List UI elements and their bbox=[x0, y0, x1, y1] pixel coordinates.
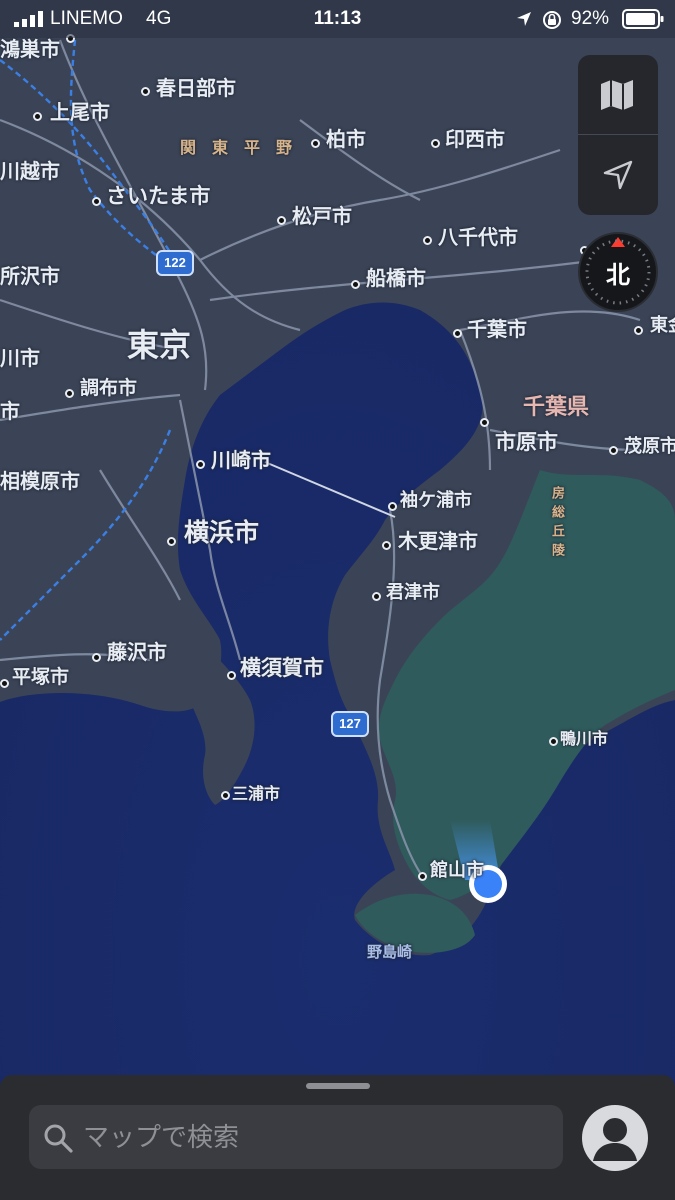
map-label-kimitsu[interactable]: 君津市 bbox=[386, 578, 440, 604]
map-label-tateyama[interactable]: 館山市 bbox=[430, 856, 484, 882]
map-label-ome-fragment[interactable]: 川市 bbox=[0, 342, 40, 371]
map-label-ageo[interactable]: 上尾市 bbox=[50, 96, 110, 125]
city-dot bbox=[33, 112, 42, 121]
city-dot bbox=[609, 446, 618, 455]
route-shield-127: 127 bbox=[331, 711, 369, 737]
city-dot bbox=[92, 197, 101, 206]
map-label-yachiyo[interactable]: 八千代市 bbox=[438, 221, 518, 250]
city-dot bbox=[311, 139, 320, 148]
battery-icon bbox=[622, 9, 664, 29]
city-dot bbox=[221, 791, 230, 800]
map-label-sodegaura[interactable]: 袖ケ浦市 bbox=[400, 486, 472, 512]
map-label-kisarazu[interactable]: 木更津市 bbox=[398, 525, 478, 554]
map-label-kawagoe[interactable]: 川越市 bbox=[0, 155, 60, 184]
map-label-mobara[interactable]: 茂原市 bbox=[624, 432, 675, 458]
map-label-kamogawa[interactable]: 鴨川市 bbox=[560, 725, 608, 749]
map-label-kashiwa[interactable]: 柏市 bbox=[326, 123, 366, 152]
map-label-chiba-pref: 千葉県 bbox=[523, 395, 590, 420]
city-dot bbox=[418, 872, 427, 881]
orientation-lock-icon bbox=[543, 11, 561, 29]
city-dot bbox=[351, 280, 360, 289]
city-dot bbox=[423, 236, 432, 245]
city-dot bbox=[277, 216, 286, 225]
current-location-button[interactable] bbox=[578, 135, 658, 215]
map-label-kasukabe[interactable]: 春日部市 bbox=[156, 72, 236, 101]
map-label-fuchu-fragment[interactable]: 市 bbox=[0, 395, 20, 424]
city-dot bbox=[431, 139, 440, 148]
map-label-yokohama[interactable]: 横浜市 bbox=[184, 513, 259, 549]
city-dot bbox=[372, 592, 381, 601]
search-icon bbox=[44, 1124, 73, 1153]
map-label-sagamihara[interactable]: 相模原市 bbox=[0, 465, 80, 494]
map-label-tokyo[interactable]: 東京 bbox=[127, 320, 191, 366]
city-dot bbox=[0, 679, 9, 688]
map-canvas[interactable] bbox=[0, 0, 675, 1200]
city-dot bbox=[167, 537, 176, 546]
city-dot bbox=[634, 326, 643, 335]
map-icon bbox=[601, 80, 633, 110]
map-label-hiratsuka[interactable]: 平塚市 bbox=[12, 662, 69, 689]
city-dot bbox=[382, 541, 391, 550]
city-dot bbox=[549, 737, 558, 746]
search-input[interactable] bbox=[81, 1105, 555, 1171]
map-label-yokosuka[interactable]: 横須賀市 bbox=[240, 652, 324, 682]
map-label-nojimazaki: 野島崎 bbox=[367, 943, 413, 961]
city-dot bbox=[65, 389, 74, 398]
city-dot bbox=[92, 653, 101, 662]
city-dot bbox=[196, 460, 205, 469]
city-dot bbox=[388, 502, 397, 511]
city-dot bbox=[480, 418, 489, 427]
map-label-matsudo[interactable]: 松戸市 bbox=[292, 200, 352, 229]
map-label-inzai[interactable]: 印西市 bbox=[445, 123, 505, 152]
location-arrow-icon bbox=[603, 160, 633, 190]
map-label-chiba[interactable]: 千葉市 bbox=[467, 313, 527, 342]
map-controls bbox=[578, 55, 658, 215]
city-dot bbox=[227, 671, 236, 680]
map-label-saitama[interactable]: さいたま市 bbox=[106, 180, 210, 210]
map-label-miura[interactable]: 三浦市 bbox=[232, 780, 280, 804]
location-services-icon bbox=[517, 12, 531, 26]
map-label-chofu[interactable]: 調布市 bbox=[80, 373, 137, 400]
map-label-tokorozawa[interactable]: 所沢市 bbox=[0, 260, 60, 289]
map-label-togane[interactable]: 東金 bbox=[650, 311, 675, 337]
person-icon bbox=[593, 1118, 637, 1161]
city-dot bbox=[141, 87, 150, 96]
city-dot bbox=[453, 329, 462, 338]
map-mode-button[interactable] bbox=[578, 55, 658, 134]
map-label-kanto-plain: 関 東 平 野 bbox=[180, 138, 293, 157]
battery-percent: 92% bbox=[571, 8, 610, 29]
account-avatar-button[interactable] bbox=[582, 1105, 648, 1171]
compass-button[interactable]: 北 bbox=[578, 232, 658, 312]
map-label-kawasaki[interactable]: 川崎市 bbox=[211, 444, 271, 473]
map-label-boso-hills: 房総丘陵 bbox=[549, 486, 564, 562]
status-bar: LINEMO 4G 11:13 92% bbox=[0, 0, 675, 38]
search-bar[interactable] bbox=[29, 1105, 563, 1171]
map-label-fujisawa[interactable]: 藤沢市 bbox=[107, 636, 167, 665]
route-shield-122: 122 bbox=[156, 250, 194, 276]
map-label-ichihara[interactable]: 市原市 bbox=[495, 426, 558, 456]
compass-label: 北 bbox=[606, 261, 630, 289]
map-label-funabashi[interactable]: 船橋市 bbox=[366, 262, 426, 291]
sheet-grabber[interactable] bbox=[306, 1083, 370, 1089]
